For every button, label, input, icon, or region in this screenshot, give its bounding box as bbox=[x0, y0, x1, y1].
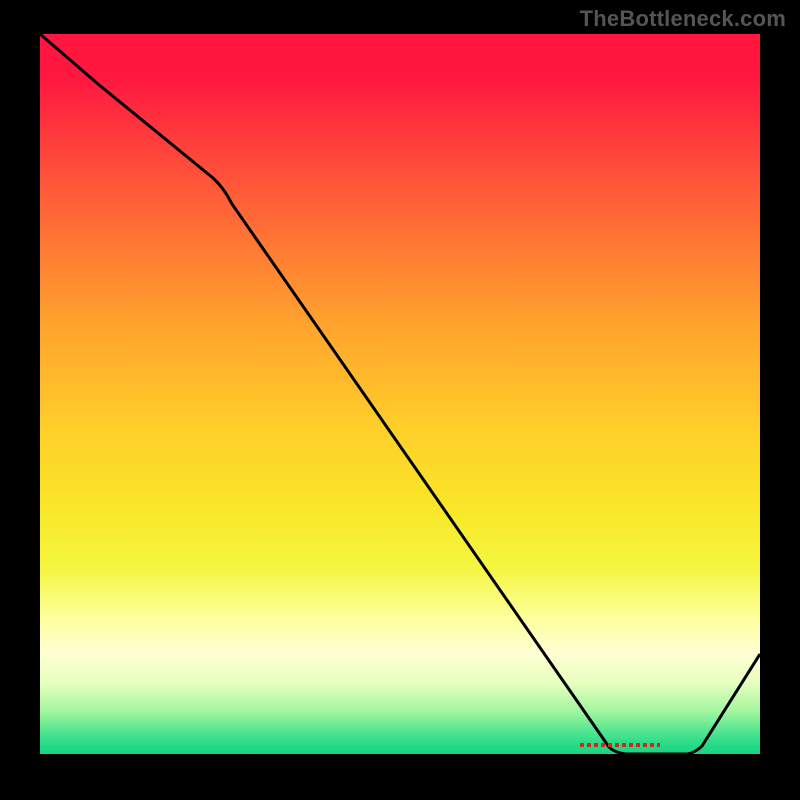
plot-area bbox=[40, 34, 760, 754]
chart-container: TheBottleneck.com bbox=[0, 0, 800, 800]
gradient-background bbox=[40, 34, 760, 754]
watermark-text: TheBottleneck.com bbox=[580, 6, 786, 32]
